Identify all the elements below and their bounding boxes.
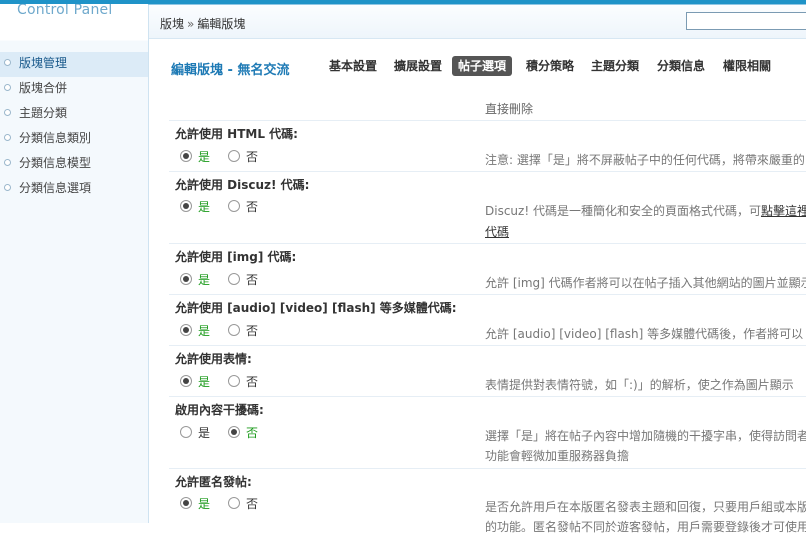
radio-no-label[interactable]: 否 <box>246 324 258 338</box>
radio-no-label[interactable]: 否 <box>246 497 258 511</box>
tab-basic-settings[interactable]: 基本設置 <box>329 56 377 76</box>
sidebar: Control Panel 版塊管理 版塊合併 主題分類 分類信息類別 分類信息… <box>0 0 149 523</box>
sidebar-item-label: 分類信息類別 <box>19 131 92 145</box>
radio-yes-label[interactable]: 是 <box>198 324 210 338</box>
sidebar-item-label: 分類信息選項 <box>19 181 92 195</box>
setting-desc-text: Discuz! 代碼是一種簡化和安全的頁面格式代碼，可 <box>485 204 761 218</box>
bullet-icon <box>4 59 11 66</box>
breadcrumb: 版塊» 編輯版塊 <box>160 15 245 32</box>
radio-yes-label[interactable]: 是 <box>198 273 210 287</box>
setting-radios-media: 是否 <box>180 322 258 339</box>
bullet-icon <box>4 184 11 191</box>
radio-no-label[interactable]: 否 <box>246 426 258 440</box>
radio-yes-label[interactable]: 是 <box>198 200 210 214</box>
sidebar-item-info-categories[interactable]: 分類信息類別 <box>0 127 148 152</box>
tab-thread-types[interactable]: 主題分類 <box>591 56 639 76</box>
radio-no[interactable] <box>228 324 241 336</box>
bullet-icon <box>4 109 11 116</box>
setting-radios-img: 是否 <box>180 271 258 288</box>
sidebar-item-label: 版塊管理 <box>19 56 68 70</box>
brand-title: Control Panel <box>17 2 113 18</box>
radio-no[interactable] <box>228 375 241 387</box>
radio-no[interactable] <box>228 273 241 285</box>
radio-yes[interactable] <box>180 324 192 336</box>
divider <box>169 345 806 346</box>
bullet-icon <box>4 84 11 91</box>
radio-yes[interactable] <box>180 273 192 285</box>
title-row: 編輯版塊 - 無名交流 基本設置 擴展設置 帖子選項 積分策略 主題分類 分類信… <box>149 48 806 88</box>
setting-radios-discuz: 是否 <box>180 198 258 215</box>
tab-post-options[interactable]: 帖子選項 <box>452 56 513 76</box>
divider <box>169 468 806 469</box>
divider <box>169 120 806 121</box>
page-title: 編輯版塊 - 無名交流 <box>171 63 290 78</box>
sidebar-item-forum-manage[interactable]: 版塊管理 <box>0 52 148 77</box>
setting-desc-discuz-line2: 代碼 <box>485 223 509 240</box>
setting-label-media: 允許使用 [audio] [video] [flash] 等多媒體代碼: <box>175 301 457 315</box>
discuz-help-link[interactable]: 點擊這裡 <box>761 204 806 218</box>
setting-desc-media: 允許 [audio] [video] [flash] 等多媒體代碼後，作者將可以 <box>485 327 804 341</box>
divider <box>169 243 806 244</box>
setting-desc-discuz: Discuz! 代碼是一種簡化和安全的頁面格式代碼，可點擊這裡 <box>485 202 806 219</box>
setting-label-html: 允許使用 HTML 代碼: <box>175 127 298 141</box>
sidebar-item-label: 主題分類 <box>19 106 68 120</box>
setting-desc-anonymous-line2: 的功能。匿名發帖不同於遊客發帖，用戶需要登錄後才可使用 <box>485 520 806 534</box>
tab-permissions[interactable]: 權限相關 <box>723 56 771 76</box>
setting-desc-anonymous: 是否允許用戶在本版匿名發表主題和回復，只要用戶組或本版 <box>485 500 806 514</box>
radio-yes-label[interactable]: 是 <box>198 497 210 511</box>
sidebar-item-info-options[interactable]: 分類信息選項 <box>0 177 148 202</box>
sidebar-item-label: 版塊合併 <box>19 81 68 95</box>
sidebar-item-label: 分類信息模型 <box>19 156 92 170</box>
tab-extended-settings[interactable]: 擴展設置 <box>394 56 442 76</box>
setting-desc-img: 允許 [img] 代碼作者將可以在帖子插入其他網站的圖片並顯示 <box>485 276 806 290</box>
setting-desc-jammer: 選擇「是」將在帖子內容中增加隨機的干擾字串，使得訪問者 <box>485 429 806 443</box>
radio-yes-label[interactable]: 是 <box>198 375 210 389</box>
tab-credit-policy[interactable]: 積分策略 <box>526 56 574 76</box>
breadcrumb-current: 編輯版塊 <box>197 17 246 31</box>
tab-info-categories[interactable]: 分類信息 <box>657 56 705 76</box>
radio-no[interactable] <box>228 150 241 162</box>
discuz-help-link-continued[interactable]: 代碼 <box>485 225 509 239</box>
sidebar-item-info-models[interactable]: 分類信息模型 <box>0 152 148 177</box>
divider <box>169 396 806 397</box>
bullet-icon <box>4 134 11 141</box>
setting-label-anonymous: 允許匿名發帖: <box>175 475 252 489</box>
setting-label-discuz: 允許使用 Discuz! 代碼: <box>175 178 310 192</box>
radio-no[interactable] <box>228 200 241 212</box>
setting-radios-anonymous: 是否 <box>180 495 258 512</box>
setting-radios-html: 是否 <box>180 148 258 165</box>
radio-yes[interactable] <box>180 200 192 212</box>
breadcrumb-root[interactable]: 版塊 <box>160 17 184 31</box>
setting-label-jammer: 啟用內容干擾碼: <box>175 403 264 417</box>
setting-desc-smilies: 表情提供對表情符號，如「:)」的解析，使之作為圖片顯示 <box>485 378 794 392</box>
divider <box>169 294 806 295</box>
radio-no-label[interactable]: 否 <box>246 150 258 164</box>
setting-label-smilies: 允許使用表情: <box>175 352 252 366</box>
breadcrumb-header: 版塊» 編輯版塊 <box>149 5 806 39</box>
sidebar-item-forum-merge[interactable]: 版塊合併 <box>0 77 148 102</box>
sidebar-nav: 版塊管理 版塊合併 主題分類 分類信息類別 分類信息模型 分類信息選項 <box>0 52 148 202</box>
setting-radios-jammer: 是否 <box>180 424 258 441</box>
direct-delete-note: 直接刪除 <box>485 102 534 116</box>
divider <box>169 171 806 172</box>
radio-yes-label[interactable]: 是 <box>198 426 210 440</box>
radio-yes[interactable] <box>180 375 192 387</box>
sidebar-item-thread-types[interactable]: 主題分類 <box>0 102 148 127</box>
radio-no[interactable] <box>228 426 241 438</box>
radio-no-label[interactable]: 否 <box>246 375 258 389</box>
bullet-icon <box>4 159 11 166</box>
setting-label-img: 允許使用 [img] 代碼: <box>175 250 297 264</box>
radio-no[interactable] <box>228 497 241 509</box>
setting-desc-html: 注意: 選擇「是」將不屏蔽帖子中的任何代碼，將帶來嚴重的 <box>485 153 805 167</box>
radio-yes[interactable] <box>180 426 192 438</box>
radio-no-label[interactable]: 否 <box>246 273 258 287</box>
radio-yes[interactable] <box>180 497 192 509</box>
radio-yes-label[interactable]: 是 <box>198 150 210 164</box>
setting-desc-jammer-line2: 功能會輕微加重服務器負擔 <box>485 449 630 463</box>
breadcrumb-separator: » <box>187 17 195 31</box>
radio-no-label[interactable]: 否 <box>246 200 258 214</box>
setting-radios-smilies: 是否 <box>180 373 258 390</box>
search-input[interactable] <box>686 12 806 30</box>
radio-yes[interactable] <box>180 150 192 162</box>
